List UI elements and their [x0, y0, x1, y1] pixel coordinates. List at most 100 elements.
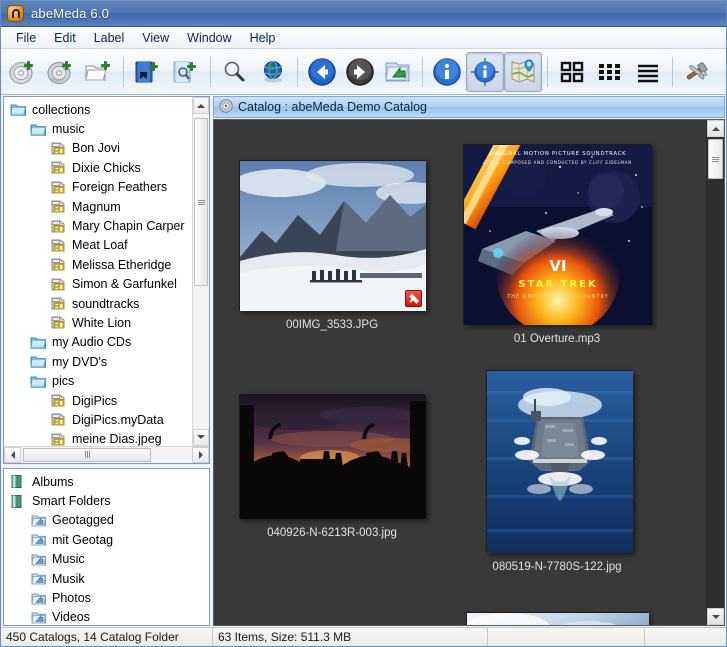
scroll-left-arrow[interactable] [4, 447, 21, 463]
menu-label[interactable]: Label [85, 29, 134, 47]
tree-item[interactable]: Meat Loaf [4, 236, 192, 255]
smart-folder-item[interactable]: Geotagged [4, 511, 209, 530]
scroll-track-h[interactable] [21, 447, 192, 463]
thumbnail-image[interactable] [239, 160, 425, 310]
thumbnail-image[interactable]: STAR TREK VI THE UNDISCOVERED COUNTRY OR… [463, 144, 651, 324]
scroll-thumb[interactable] [708, 139, 723, 179]
smart-folder-label: Videos [52, 610, 90, 624]
tree-item[interactable]: Melissa Etheridge [4, 255, 192, 274]
svg-text:ORIGINAL MOTION PICTURE SOUNDT: ORIGINAL MOTION PICTURE SOUNDTRACK [490, 151, 627, 157]
back-arrow-icon[interactable] [303, 52, 341, 92]
tree-item[interactable]: my Audio CDs [4, 333, 192, 352]
thumbnail-cell[interactable]: 00IMG_3533.JPG [232, 160, 432, 331]
menu-window[interactable]: Window [178, 29, 240, 47]
scroll-track[interactable] [707, 137, 724, 608]
tree-item[interactable]: collections [4, 100, 192, 119]
smart-folder-item[interactable]: Musik [4, 569, 209, 588]
search-magnifier-icon[interactable] [216, 52, 254, 92]
info-icon[interactable] [428, 52, 466, 92]
tree-label: Bon Jovi [72, 141, 120, 155]
thumbnail-cell[interactable]: 080519-N-7780S-122.jpg [452, 370, 662, 573]
thumbnail-image-partial[interactable] [466, 612, 648, 625]
open-folder-green-arrow-icon[interactable] [379, 52, 417, 92]
scroll-down-arrow[interactable] [193, 429, 209, 446]
tree-item[interactable]: music [4, 119, 192, 138]
scroll-right-arrow[interactable] [192, 447, 209, 463]
view-list-icon[interactable] [629, 52, 667, 92]
thumbnail-cell[interactable]: STAR TREK VI THE UNDISCOVERED COUNTRY OR… [452, 144, 662, 345]
status-catalog-count: 450 Catalogs, 14 Catalog Folder [1, 628, 213, 646]
scroll-track[interactable] [193, 114, 209, 429]
thumbnail-grid: 00IMG_3533.JPG [214, 120, 706, 625]
album-book-icon [10, 474, 27, 489]
thumbnail-vertical-scrollbar[interactable] [706, 120, 724, 625]
tree-item[interactable]: Foreign Feathers [4, 178, 192, 197]
folder-icon [10, 102, 27, 117]
abemeda-logo-icon [7, 5, 24, 22]
tree-label: DigiPics [72, 394, 117, 408]
tree-item[interactable]: soundtracks [4, 294, 192, 313]
tree-item[interactable]: White Lion [4, 313, 192, 332]
tree-item[interactable]: DigiPics [4, 391, 192, 410]
tree-item[interactable]: DigiPics.myData [4, 410, 192, 429]
smart-folder-icon [30, 610, 47, 625]
main-toolbar [1, 49, 726, 95]
tree-vertical-scrollbar[interactable] [192, 97, 209, 446]
menu-edit[interactable]: Edit [45, 29, 85, 47]
catalog-icon [50, 238, 67, 253]
catalog-icon [50, 257, 67, 272]
tree-label: Foreign Feathers [72, 180, 167, 194]
catalog-tree-list: collections music Bon Jovi Dixie Chicks Fore… [4, 97, 192, 446]
smart-folder-item[interactable]: Music [4, 550, 209, 569]
thumbnail-cell[interactable]: 040926-N-6213R-003.jpg [232, 394, 432, 539]
map-pin-icon[interactable] [504, 52, 542, 92]
forward-arrow-icon[interactable] [341, 52, 379, 92]
scroll-down-arrow[interactable] [707, 608, 724, 625]
view-small-thumbnails-icon[interactable] [591, 52, 629, 92]
smart-folder-label: Albums [32, 475, 74, 489]
catalog-tree-scroll-region: collections music Bon Jovi Dixie Chicks Fore… [4, 97, 209, 446]
thumbnail-image[interactable] [486, 370, 632, 552]
tree-item[interactable]: pics [4, 371, 192, 390]
catalog-icon [50, 412, 67, 427]
geotag-pin-icon [405, 290, 422, 307]
tree-item[interactable]: meine Dias.jpeg [4, 430, 192, 446]
scroll-up-arrow[interactable] [707, 120, 724, 137]
thumbnail-cell-partial[interactable] [452, 612, 662, 625]
smart-folder-item[interactable]: Photos [4, 588, 209, 607]
tree-item[interactable]: Simon & Garfunkel [4, 275, 192, 294]
tree-item[interactable]: Magnum [4, 197, 192, 216]
tree-item[interactable]: Bon Jovi [4, 139, 192, 158]
find-in-catalog-icon[interactable] [167, 52, 205, 92]
menu-help[interactable]: Help [241, 29, 285, 47]
toolbar-separator [297, 57, 298, 87]
albums-smartfolders-list: Albums Smart FoldersGeotaggedmit Geotag Mu… [4, 472, 209, 626]
smart-folder-label: Music [52, 552, 85, 566]
smart-folder-item[interactable]: mit Geotag [4, 530, 209, 549]
thumbnail-image[interactable] [239, 394, 425, 518]
globe-icon[interactable] [254, 52, 292, 92]
status-bar: 450 Catalogs, 14 Catalog Folder 63 Items… [1, 627, 726, 646]
tree-item[interactable]: my DVD's [4, 352, 192, 371]
open-catalog-book-icon[interactable] [129, 52, 167, 92]
menu-view[interactable]: View [133, 29, 178, 47]
geo-info-icon[interactable] [466, 52, 504, 92]
scroll-thumb-h[interactable] [23, 448, 151, 462]
tools-options-icon[interactable] [678, 52, 716, 92]
menu-file[interactable]: File [7, 29, 45, 47]
new-catalog-disc-icon[interactable] [4, 52, 42, 92]
scroll-thumb[interactable] [194, 118, 208, 286]
scroll-up-arrow[interactable] [193, 97, 209, 114]
add-disc-icon[interactable] [42, 52, 80, 92]
tree-item[interactable]: Dixie Chicks [4, 158, 192, 177]
tree-label: collections [32, 103, 90, 117]
tree-item[interactable]: Mary Chapin Carper [4, 216, 192, 235]
smart-folder-item[interactable]: Smart Folders [4, 491, 209, 510]
tree-horizontal-scrollbar[interactable] [4, 446, 209, 463]
catalog-icon [50, 141, 67, 156]
tree-label: music [52, 122, 85, 136]
smart-folder-item[interactable]: Videos [4, 608, 209, 626]
new-folder-icon[interactable] [80, 52, 118, 92]
view-large-thumbnails-icon[interactable] [553, 52, 591, 92]
smart-folder-item[interactable]: Albums [4, 472, 209, 491]
